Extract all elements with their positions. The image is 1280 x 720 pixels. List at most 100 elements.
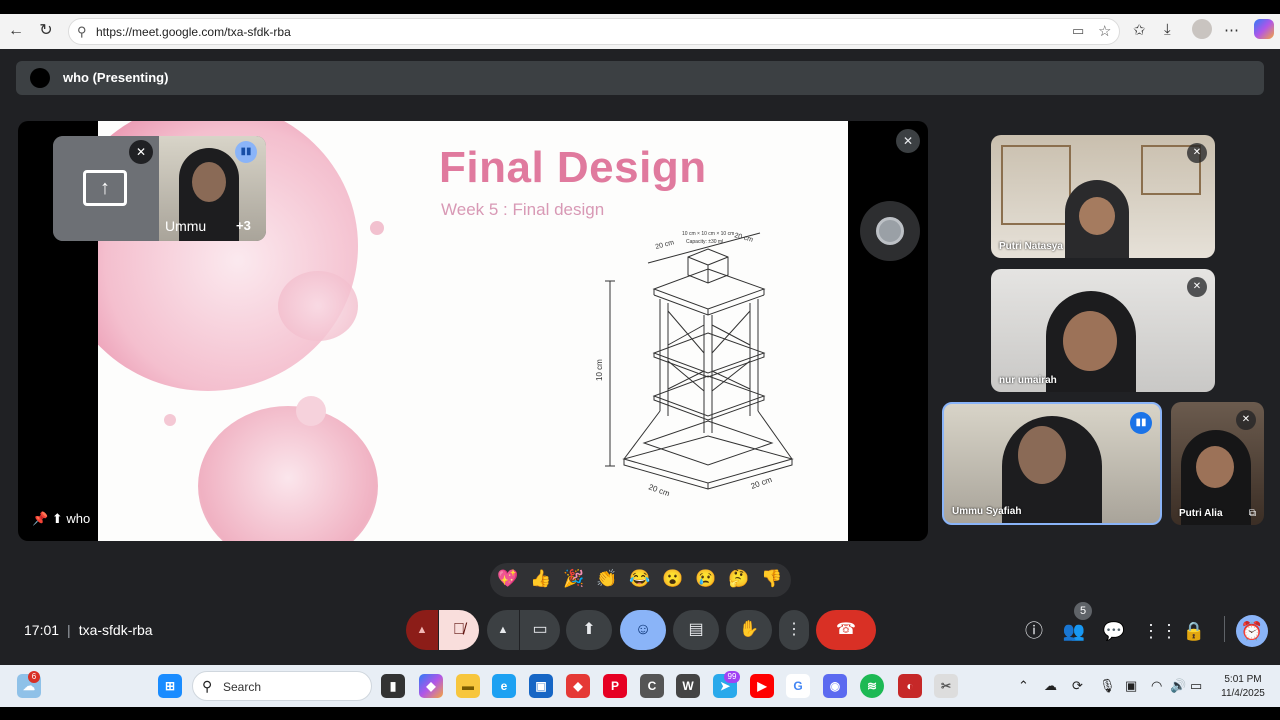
start-icon[interactable]: ⊞	[158, 674, 182, 698]
mic-off-icon: ✕	[1236, 410, 1256, 430]
tray-app-icon[interactable]: ▣	[1125, 678, 1137, 694]
profile-avatar[interactable]	[1192, 19, 1212, 39]
favorites-icon[interactable]: ✩	[1133, 21, 1146, 39]
decor-bubble	[370, 221, 384, 235]
dim-top-left: 20 cm	[655, 239, 675, 251]
store-icon[interactable]: ▣	[529, 674, 553, 698]
participant-tile[interactable]: Putri Alia ✕ ⧉	[1171, 402, 1264, 525]
end-call-icon: ☎	[836, 621, 856, 638]
pin-icon[interactable]: 📌	[32, 511, 48, 526]
more-options-button[interactable]: ⋮	[779, 610, 809, 650]
app-diamond-icon[interactable]: ◆	[566, 674, 590, 698]
video-options-button[interactable]: ▲	[487, 610, 519, 650]
dim-height: 10 cm	[595, 359, 604, 381]
tray-chevron-icon[interactable]: ⌃	[1018, 678, 1029, 694]
speaking-icon: ▮▮	[1130, 412, 1152, 434]
notification-badge: 6	[28, 671, 40, 683]
app-tool-icon[interactable]: ✂	[934, 674, 958, 698]
volume-icon[interactable]: 🔊	[1170, 678, 1186, 694]
wifi-icon[interactable]: ◠	[1151, 678, 1162, 694]
app-c-icon[interactable]: C	[640, 674, 664, 698]
meeting-code: txa-sfdk-rba	[78, 622, 153, 638]
app-red-icon[interactable]: ◐	[898, 674, 922, 698]
taskview-icon[interactable]: ▮	[381, 674, 405, 698]
self-view-pip[interactable]: ↑ ✕ ▮▮ Ummu +3	[53, 136, 266, 241]
activities-icon[interactable]: ⋮⋮	[1142, 619, 1178, 643]
timer-icon[interactable]: ⏰	[1236, 615, 1268, 647]
tray-cloud-icon[interactable]: ☁	[1044, 678, 1057, 694]
telegram-badge: 99	[724, 671, 740, 683]
person-face	[192, 162, 226, 202]
reaction-heart[interactable]: 💖	[497, 569, 518, 589]
meet-window: who (Presenting) Final Design Week 5 : F…	[0, 49, 1280, 665]
refresh-icon[interactable]: ↻	[35, 20, 57, 42]
participant-tile[interactable]: nur umairah ✕	[991, 269, 1215, 392]
reaction-sad[interactable]: 😢	[695, 569, 716, 589]
person-face	[1079, 197, 1115, 235]
clock-date: 11/4/2025	[1221, 688, 1265, 699]
captions-button[interactable]: ▤	[673, 610, 719, 650]
hand-icon: ✋	[739, 621, 759, 638]
clock-time: 5:01 PM	[1224, 674, 1262, 685]
chat-icon[interactable]: 💬	[1102, 619, 1126, 643]
present-button[interactable]: ⬆	[566, 610, 612, 650]
app-w-icon[interactable]: W	[676, 674, 700, 698]
person-face	[1018, 426, 1066, 484]
decor-bubble	[198, 406, 378, 541]
file-explorer-icon[interactable]: ▬	[456, 674, 480, 698]
present-upload-icon: ↑	[83, 170, 127, 206]
more-icon[interactable]: ⋯	[1224, 21, 1239, 39]
tray-mic-icon[interactable]: 🎙	[1099, 678, 1116, 694]
reaction-bar: 💖 👍 🎉 👏 😂 😮 😢 🤔 👎	[490, 563, 791, 597]
app-circle-icon[interactable]: ◉	[823, 674, 847, 698]
reaction-thumbs-up[interactable]: 👍	[530, 569, 551, 589]
host-controls-icon[interactable]: 🔒	[1182, 619, 1206, 643]
decor-bubble	[278, 271, 358, 341]
spotify-icon[interactable]: ≋	[860, 674, 884, 698]
camera-in-use-icon[interactable]: ▭	[1072, 23, 1084, 39]
youtube-icon[interactable]: ▶	[750, 674, 774, 698]
bookshelf	[1001, 145, 1071, 225]
audio-options-button[interactable]: ▲	[406, 610, 438, 650]
people-icon[interactable]: 👥	[1062, 619, 1086, 643]
google-icon[interactable]: G	[786, 674, 810, 698]
mic-off-icon: ✕	[1187, 143, 1207, 163]
address-bar[interactable]: ⚲ https://meet.google.com/txa-sfdk-rba ▭…	[68, 18, 1120, 45]
emoji-button[interactable]: ☺	[620, 610, 666, 650]
taskbar-search[interactable]: ⚲ Search	[192, 671, 372, 701]
raise-hand-button[interactable]: ✋	[726, 610, 772, 650]
reaction-thumbs-down[interactable]: 👎	[761, 569, 782, 589]
dim-capacity-note: Capacity: ±30 mL	[686, 239, 725, 245]
pinterest-icon[interactable]: P	[603, 674, 627, 698]
mic-off-icon: ✕	[129, 140, 153, 164]
presenting-label: who (Presenting)	[63, 70, 169, 85]
participant-tile[interactable]: Putri Natasya ✕	[991, 135, 1215, 258]
back-icon[interactable]: ←	[5, 20, 27, 42]
meeting-time: 17:01	[24, 622, 60, 638]
camera-toggle-button[interactable]: ▭	[520, 610, 560, 650]
participant-tile[interactable]: Ummu Syafiah ▮▮	[942, 402, 1162, 525]
pip-window-icon[interactable]: ⧉	[1249, 508, 1256, 519]
tray-sync-icon[interactable]: ⟳	[1072, 678, 1083, 694]
edge-icon[interactable]: e	[492, 674, 516, 698]
site-info-icon[interactable]: ⚲	[77, 24, 87, 40]
battery-icon[interactable]: ▭	[1190, 678, 1202, 694]
reaction-party[interactable]: 🎉	[563, 569, 584, 589]
taskbar-clock[interactable]: 5:01 PM 11/4/2025	[1214, 673, 1272, 701]
browser-toolbar: ← ↻ ⚲ https://meet.google.com/txa-sfdk-r…	[0, 14, 1280, 49]
leave-call-button[interactable]: ☎	[816, 610, 876, 650]
meeting-details-icon[interactable]: ⓘ	[1022, 619, 1046, 643]
reaction-laugh[interactable]: 😂	[629, 569, 650, 589]
downloads-icon[interactable]: ⤓	[1164, 21, 1171, 38]
camera-icon: ▭	[532, 621, 548, 638]
favorite-star-icon[interactable]: ☆	[1098, 22, 1111, 40]
reaction-clap[interactable]: 👏	[596, 569, 617, 589]
copilot-app-icon[interactable]: ◆	[419, 674, 443, 698]
copilot-icon[interactable]	[1254, 19, 1274, 39]
reaction-thinking[interactable]: 🤔	[728, 569, 749, 589]
dim-top-note: 10 cm × 10 cm × 10 cm	[682, 231, 734, 237]
reaction-surprised[interactable]: 😮	[662, 569, 683, 589]
mic-toggle-button[interactable]: 🎙̸	[439, 610, 479, 650]
participant-name: Putri Alia	[1179, 508, 1223, 519]
presenter-tag: 📌 ⬆ who	[32, 511, 90, 527]
